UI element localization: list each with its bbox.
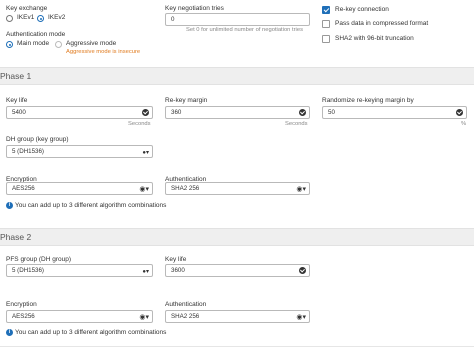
p2-enc-value: AES256 bbox=[12, 313, 35, 320]
phase1-title: Phase 1 bbox=[0, 71, 32, 81]
p1-keylife-input[interactable]: 5400 bbox=[6, 106, 153, 119]
p2-enc-label: Encryption bbox=[6, 301, 37, 308]
sha2-label: SHA2 with 96-bit truncation bbox=[335, 35, 414, 42]
key-icon: ◉▾ bbox=[296, 186, 306, 193]
main-mode-label: Main mode bbox=[17, 40, 50, 47]
phase1-header: Phase 1 bbox=[0, 67, 474, 85]
p1-keylife-value: 5400 bbox=[12, 109, 26, 116]
ikev2-radio[interactable] bbox=[37, 15, 44, 22]
check-chevron-icon: ●▾ bbox=[142, 269, 149, 275]
rekey-label: Re-key connection bbox=[335, 6, 389, 13]
p1-rekey-value: 360 bbox=[171, 109, 182, 116]
phase2-header: Phase 2 bbox=[0, 228, 474, 246]
info-icon: i bbox=[6, 329, 13, 336]
p1-random-unit: % bbox=[461, 121, 467, 127]
p1-rekey-unit: Seconds bbox=[285, 121, 308, 127]
p1-auth-select[interactable]: SHA2 256 ◉▾ bbox=[165, 182, 310, 195]
p2-auth-label: Authentication bbox=[165, 301, 207, 308]
auth-mode-label: Authentication mode bbox=[6, 31, 66, 38]
key-icon: ◉▾ bbox=[139, 314, 149, 321]
p1-rekey-input[interactable]: 360 bbox=[165, 106, 310, 119]
p2-pfs-label: PFS group (DH group) bbox=[6, 256, 72, 263]
p2-keylife-label: Key life bbox=[165, 256, 187, 263]
negotiation-label: Key negotiation tries bbox=[165, 5, 224, 12]
p1-keylife-unit: Seconds bbox=[128, 121, 151, 127]
p2-add-note: You can add up to 3 different algorithm … bbox=[15, 329, 167, 336]
aggressive-mode-radio[interactable] bbox=[55, 41, 62, 48]
key-icon: ◉▾ bbox=[139, 186, 149, 193]
main-mode-radio[interactable] bbox=[6, 41, 13, 48]
rekey-checkbox[interactable] bbox=[322, 6, 330, 14]
compress-checkbox[interactable] bbox=[322, 20, 330, 28]
ikev1-label: IKEv1 bbox=[17, 14, 35, 21]
valid-check-icon bbox=[299, 109, 306, 116]
ikev2-label: IKEv2 bbox=[48, 14, 66, 21]
key-exchange-label: Key exchange bbox=[6, 5, 48, 12]
p1-rekey-label: Re-key margin bbox=[165, 97, 208, 104]
compress-label: Pass data in compressed format bbox=[335, 20, 429, 27]
p2-pfs-select[interactable]: 5 (DH1536) ●▾ bbox=[6, 264, 153, 277]
info-icon: i bbox=[6, 202, 13, 209]
sha2-checkbox[interactable] bbox=[322, 35, 330, 43]
p2-keylife-input[interactable]: 3600 bbox=[165, 264, 310, 277]
p1-dh-select[interactable]: 5 (DH1536) ●▾ bbox=[6, 145, 153, 158]
p1-dh-value: 5 (DH1536) bbox=[12, 148, 44, 155]
p2-keylife-value: 3600 bbox=[171, 267, 185, 274]
negotiation-value: 0 bbox=[171, 16, 175, 23]
p1-enc-value: AES256 bbox=[12, 185, 35, 192]
p2-auth-select[interactable]: SHA2 256 ◉▾ bbox=[165, 310, 310, 323]
bottom-divider bbox=[0, 346, 474, 347]
aggressive-warning: Aggressive mode is insecure bbox=[66, 49, 141, 55]
p1-keylife-label: Key life bbox=[6, 97, 28, 104]
p2-pfs-value: 5 (DH1536) bbox=[12, 267, 44, 274]
p1-enc-select[interactable]: AES256 ◉▾ bbox=[6, 182, 153, 195]
ikev1-radio[interactable] bbox=[6, 15, 13, 22]
aggressive-mode-label: Aggressive mode bbox=[66, 40, 117, 47]
p2-auth-value: SHA2 256 bbox=[171, 313, 200, 320]
p1-random-input[interactable]: 50 bbox=[322, 106, 467, 119]
valid-check-icon bbox=[142, 109, 149, 116]
negotiation-input[interactable]: 0 bbox=[165, 13, 310, 26]
key-icon: ◉▾ bbox=[296, 314, 306, 321]
p1-add-note: You can add up to 3 different algorithm … bbox=[15, 202, 167, 209]
negotiation-hint: Set 0 for unlimited number of negotiatio… bbox=[186, 27, 303, 33]
p1-auth-value: SHA2 256 bbox=[171, 185, 200, 192]
valid-check-icon bbox=[299, 267, 306, 274]
valid-check-icon bbox=[456, 109, 463, 116]
p2-enc-select[interactable]: AES256 ◉▾ bbox=[6, 310, 153, 323]
p1-random-value: 50 bbox=[328, 109, 335, 116]
p1-dh-label: DH group (key group) bbox=[6, 136, 69, 143]
p1-random-label: Randomize re-keying margin by bbox=[322, 97, 414, 104]
phase2-title: Phase 2 bbox=[0, 232, 32, 242]
check-chevron-icon: ●▾ bbox=[142, 150, 149, 156]
